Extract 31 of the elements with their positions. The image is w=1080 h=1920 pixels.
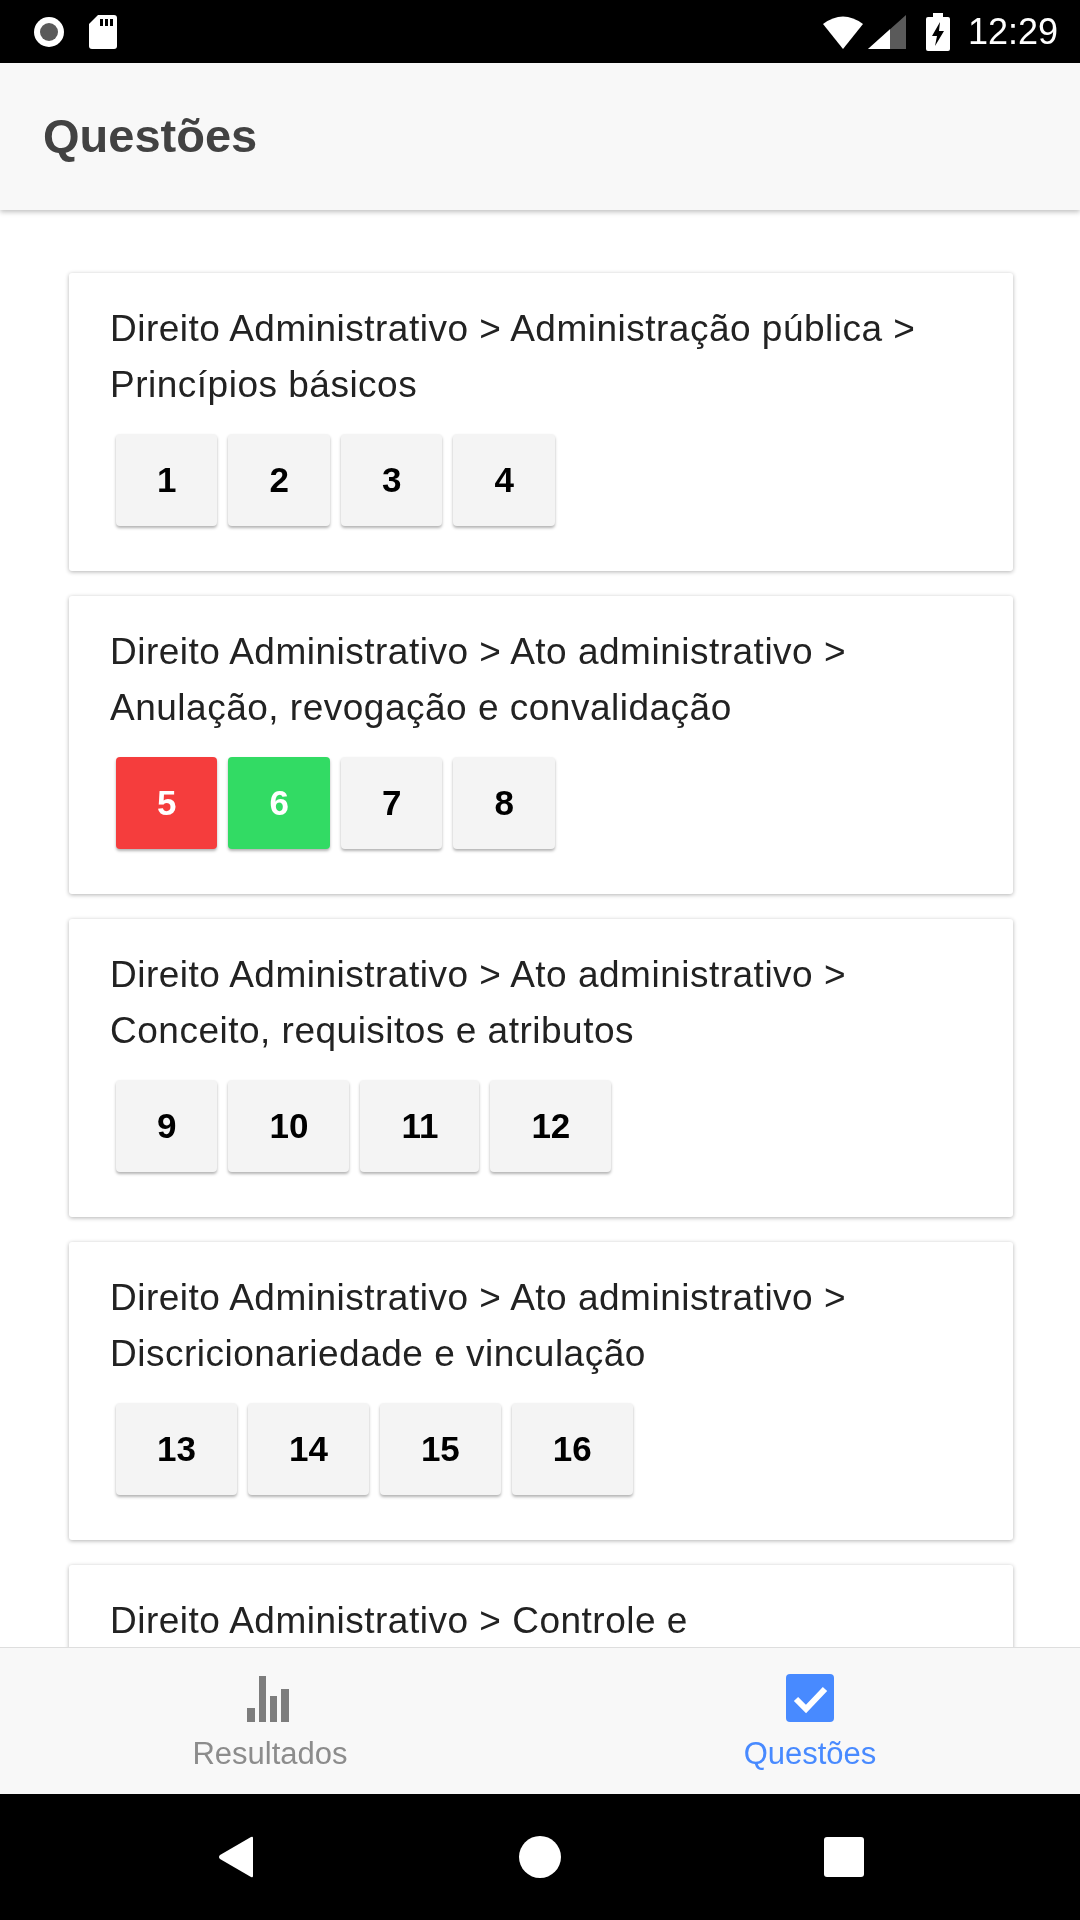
question-number-button[interactable]: 8 xyxy=(453,757,555,849)
screen-record-icon xyxy=(33,15,65,48)
sd-card-icon xyxy=(89,14,117,49)
topic-path-text: Direito Administrativo > Ato administrativo > Discricionariedade e vinculação xyxy=(110,1276,848,1376)
topic-path-text: Direito Administrativo > Ato administrativo > Anulação, revogação e convalidação xyxy=(110,630,848,730)
topic-path-text: Direito Administrativo > Ato administrativo > Conceito, requisitos e atributos xyxy=(110,953,848,1053)
question-number-button[interactable]: 3 xyxy=(340,434,443,526)
topic-path-text: Direito Administrativo > Controle e xyxy=(110,1599,689,1643)
question-number-button[interactable]: 10 xyxy=(228,1080,350,1172)
home-circle-icon xyxy=(519,1836,561,1878)
back-triangle-icon xyxy=(217,1836,255,1878)
question-number-button[interactable]: 1 xyxy=(116,434,218,526)
question-number-button[interactable]: 14 xyxy=(247,1403,369,1495)
page-title: Questões xyxy=(43,108,258,165)
signal-icon xyxy=(867,14,906,49)
question-number-button[interactable]: 4 xyxy=(453,434,555,526)
wifi-icon xyxy=(822,14,863,49)
clock-time: 12:29 xyxy=(967,13,1058,50)
question-number-button[interactable]: 12 xyxy=(490,1080,612,1172)
checkbox-checked-icon xyxy=(786,1674,834,1722)
question-number-button[interactable]: 11 xyxy=(360,1080,480,1172)
question-number-button[interactable]: 2 xyxy=(228,434,330,526)
topic-path-text: Direito Administrativo > Administração pública > Princípios básicos xyxy=(110,307,917,407)
recent-square-icon xyxy=(824,1837,864,1877)
battery-charging-icon xyxy=(925,12,950,51)
question-number-button[interactable]: 9 xyxy=(116,1080,218,1172)
question-number-button[interactable]: 16 xyxy=(511,1403,633,1495)
question-number-button[interactable]: 13 xyxy=(116,1403,237,1495)
question-number-button[interactable]: 15 xyxy=(379,1403,501,1495)
question-number-button[interactable]: 7 xyxy=(340,757,443,849)
question-number-button[interactable]: 5 xyxy=(116,757,218,849)
